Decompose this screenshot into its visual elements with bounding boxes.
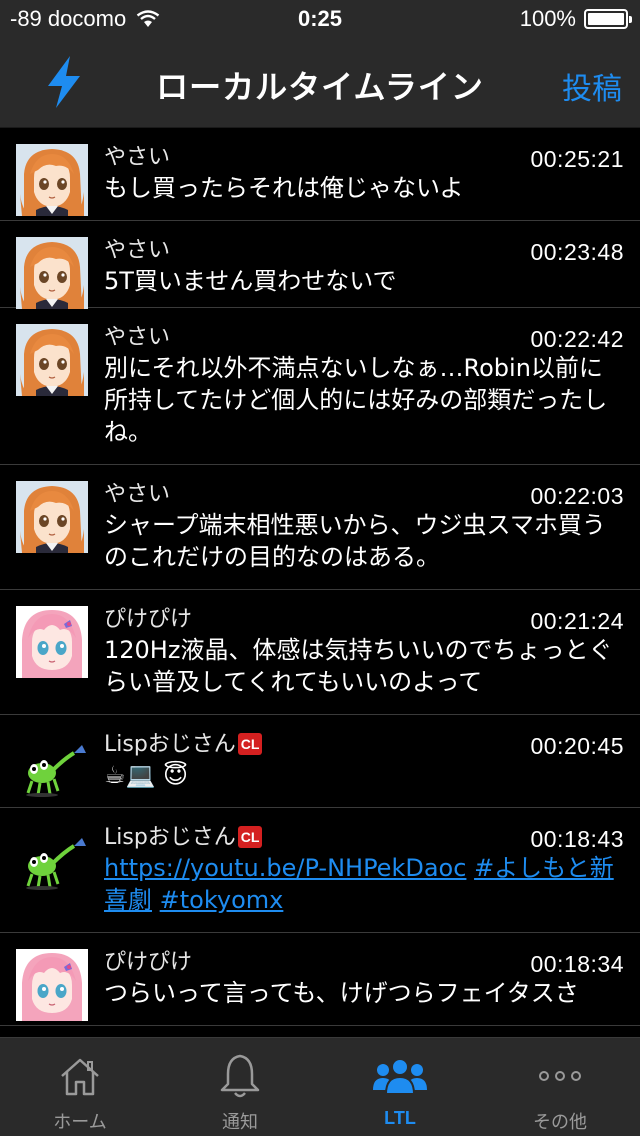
- toot-item[interactable]: Lispおじさん CL 00:18:43 https://youtu.be/P-N…: [0, 808, 640, 933]
- status-battery: 100%: [519, 6, 632, 32]
- toot-time: 00:22:03: [530, 483, 624, 509]
- more-icon: [536, 1052, 584, 1100]
- toot-item[interactable]: ぴけぴけ 00:21:24 120Hz液晶、体感は気持ちいいのでちょっとぐらい普…: [0, 590, 640, 715]
- toot-item[interactable]: やさい 00:25:21 もし買ったらそれは俺じゃないよ: [0, 128, 640, 221]
- tab-label: ホーム: [53, 1112, 107, 1133]
- cl-badge: CL: [237, 826, 263, 848]
- toot-item[interactable]: Lispおじさん CL 00:20:45 ☕💻 😇: [0, 715, 640, 808]
- page-title: ローカルタイムライン: [156, 68, 484, 106]
- avatar[interactable]: [16, 481, 88, 553]
- bell-icon: [216, 1052, 264, 1100]
- avatar[interactable]: [16, 606, 88, 678]
- toot-link[interactable]: https://youtu.be/P-NHPekDaoc: [104, 854, 466, 882]
- avatar[interactable]: [16, 237, 88, 309]
- toot-content: 5T買いません買わせないで: [104, 267, 397, 295]
- tab-label: その他: [533, 1112, 587, 1133]
- toot-content: もし買ったらそれは俺じゃないよ: [104, 174, 464, 202]
- tab-more[interactable]: その他: [480, 1038, 640, 1136]
- toot-item[interactable]: ぴけぴけ 00:18:34 つらいって言っても、けげつらフェイタスさ: [0, 933, 640, 1026]
- toot-time: 00:25:21: [530, 146, 624, 172]
- toot-author: Lispおじさん: [104, 825, 236, 850]
- nav-bar: ローカルタイムライン 投稿: [0, 40, 640, 128]
- tab-ltl[interactable]: LTL: [320, 1038, 480, 1136]
- toot-item[interactable]: やさい 00:22:42 別にそれ以外不満点ないしなぁ…Robin以前に所持して…: [0, 308, 640, 465]
- tab-label: LTL: [384, 1108, 416, 1128]
- avatar[interactable]: [16, 324, 88, 396]
- toot-item[interactable]: やさい 00:23:48 5T買いません買わせないで: [0, 221, 640, 308]
- toot-time: 00:20:45: [530, 733, 624, 759]
- toot-item[interactable]: やさい 00:22:03 シャープ端末相性悪いから、ウジ虫スマホ買うのこれだけの…: [0, 465, 640, 590]
- tab-home[interactable]: ホーム: [0, 1038, 160, 1136]
- avatar[interactable]: [16, 824, 88, 896]
- cl-badge: CL: [237, 733, 263, 755]
- tab-label: 通知: [222, 1112, 258, 1133]
- hashtag-link[interactable]: #tokyomx: [160, 886, 284, 914]
- post-button[interactable]: 投稿: [562, 64, 622, 108]
- toot-content: https://youtu.be/P-NHPekDaoc #よしもと新喜劇 #t…: [104, 852, 624, 916]
- toot-time: 00:22:42: [530, 326, 624, 352]
- toot-author: Lispおじさん: [104, 732, 236, 757]
- tab-bar: ホーム 通知 LTL その他: [0, 1037, 640, 1136]
- tab-notifications[interactable]: 通知: [160, 1038, 320, 1136]
- toot-content: 別にそれ以外不満点ないしなぁ…Robin以前に所持してたけど個人的には好みの部類…: [104, 354, 608, 446]
- toot-content: 120Hz液晶、体感は気持ちいいのでちょっとぐらい普及してくれてもいいのよって: [104, 636, 613, 696]
- toot-content: つらいって言っても、けげつらフェイタスさ: [104, 979, 579, 1007]
- people-icon: [371, 1052, 429, 1100]
- avatar[interactable]: [16, 731, 88, 803]
- toot-time: 00:21:24: [530, 608, 624, 634]
- timeline[interactable]: やさい 00:25:21 もし買ったらそれは俺じゃないよ やさい 00:23:4…: [0, 128, 640, 1037]
- toot-time: 00:18:34: [530, 951, 624, 977]
- battery-icon: [584, 9, 632, 29]
- toot-time: 00:23:48: [530, 239, 624, 265]
- avatar[interactable]: [16, 144, 88, 216]
- toot-content: シャープ端末相性悪いから、ウジ虫スマホ買うのこれだけの目的なのはある。: [104, 511, 606, 571]
- battery-percent: 100%: [519, 6, 576, 31]
- toot-time: 00:18:43: [530, 826, 624, 852]
- home-icon: [58, 1052, 102, 1100]
- avatar[interactable]: [16, 949, 88, 1021]
- toot-content: ☕💻 😇: [104, 761, 189, 789]
- status-bar: -89 docomo 0:25 100%: [0, 0, 640, 40]
